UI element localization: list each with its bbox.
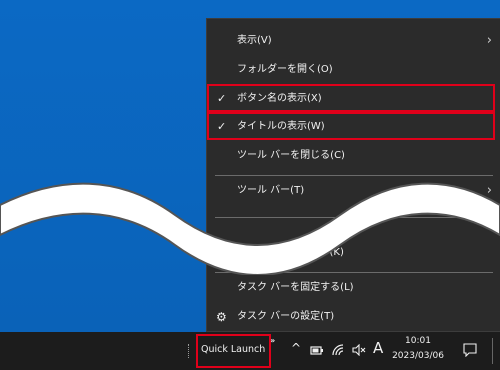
- show-hidden-icons-icon[interactable]: ^: [291, 341, 301, 355]
- menu-item-show-title[interactable]: ✓ タイトルの表示(W): [207, 113, 500, 141]
- wifi-icon[interactable]: [332, 344, 345, 359]
- menu-item-label: タスク バーを固定する(L): [237, 282, 354, 293]
- menu-item-taskbar-settings[interactable]: ⚙ タスク バーの設定(T): [207, 303, 500, 331]
- quick-launch-toolbar[interactable]: Quick Launch: [201, 344, 265, 355]
- menu-item-show-button-names[interactable]: ✓ ボタン名の表示(X): [207, 85, 500, 113]
- notification-center-icon[interactable]: [463, 343, 477, 360]
- clock-date[interactable]: 2023/03/06: [390, 351, 446, 361]
- ime-mode-indicator[interactable]: A: [373, 339, 383, 357]
- checkmark-icon: ✓: [217, 92, 227, 105]
- double-chevron-icon[interactable]: »: [270, 336, 275, 345]
- gear-icon: ⚙: [216, 310, 227, 324]
- toolbar-grip-handle[interactable]: [188, 344, 191, 358]
- speaker-muted-icon[interactable]: [352, 343, 366, 359]
- menu-item-label: タイトルの表示(W): [237, 121, 325, 132]
- menu-item-close-toolbar[interactable]: ツール バーを閉じる(C): [207, 142, 500, 170]
- chevron-right-icon: ›: [486, 33, 492, 48]
- menu-item-view[interactable]: 表示(V) ›: [207, 27, 500, 55]
- show-desktop-button[interactable]: [492, 338, 493, 364]
- menu-item-open-folder[interactable]: フォルダーを開く(O): [207, 56, 500, 84]
- menu-item-label: タスク バーの設定(T): [237, 311, 335, 322]
- checkmark-icon: ✓: [217, 120, 227, 133]
- taskbar: Quick Launch » ^ A 10:01 2023/03/06: [0, 332, 500, 370]
- omission-wave-graphic: [0, 182, 500, 275]
- menu-item-label: ツール バーを閉じる(C): [237, 150, 345, 161]
- menu-item-label: フォルダーを開く(O): [237, 64, 333, 75]
- clock-time[interactable]: 10:01: [396, 336, 440, 346]
- battery-icon[interactable]: [310, 344, 324, 359]
- menu-item-label: ボタン名の表示(X): [237, 93, 322, 104]
- menu-item-lock-taskbar[interactable]: タスク バーを固定する(L): [207, 274, 500, 302]
- menu-item-label: 表示(V): [237, 35, 272, 46]
